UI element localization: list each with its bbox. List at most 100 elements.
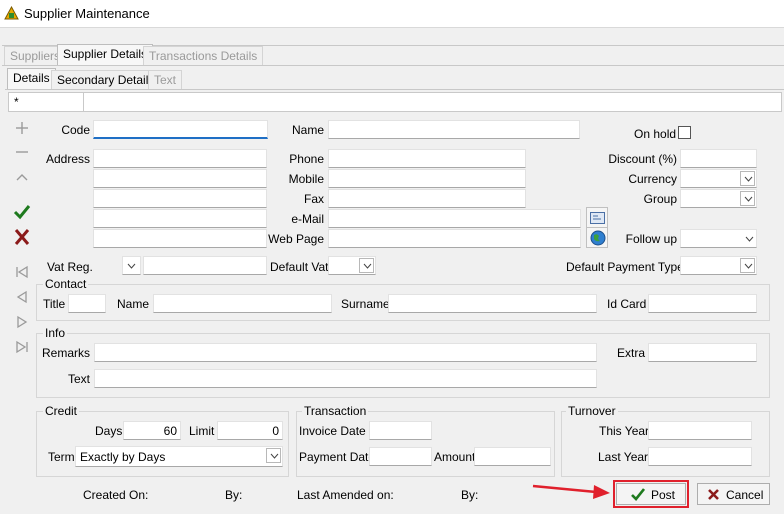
invoice-date-label: Invoice Date [299,424,366,438]
invoice-date-field[interactable] [369,421,432,440]
up-icon[interactable] [12,168,32,186]
fax-label: Fax [303,192,324,206]
payment-date-label: Payment Date [299,450,376,464]
prev-icon[interactable] [12,288,32,306]
extra-label: Extra [617,346,646,360]
mobile-field[interactable] [328,169,526,188]
code-field[interactable] [93,120,268,139]
default-vat-label: Default Vat [270,260,329,274]
last-year-field[interactable] [648,447,752,466]
code-label: Code [61,123,90,137]
remarks-field[interactable] [94,343,597,362]
name-label: Name [291,123,324,137]
check-icon[interactable] [12,203,32,221]
address-line-5-field[interactable] [93,229,267,248]
remove-icon[interactable] [12,143,32,161]
address-line-4-field[interactable] [93,209,267,228]
limit-field[interactable]: 0 [217,421,283,440]
arrow-annotation-icon [532,484,610,499]
this-year-label: This Year [599,424,650,438]
follow-up-date-picker[interactable] [680,229,757,248]
contact-legend: Contact [43,277,89,291]
on-hold-checkbox[interactable] [678,126,691,139]
chevron-down-icon[interactable] [740,191,755,206]
transaction-legend: Transaction [302,404,369,418]
address-line-1-field[interactable] [93,149,267,168]
web-page-label: Web Page [268,232,324,246]
address-line-3-field[interactable] [93,189,267,208]
next-icon[interactable] [12,313,32,331]
days-field[interactable]: 60 [123,421,181,440]
limit-label: Limit [189,424,215,438]
group-label: Group [643,192,677,206]
tab-transactions-details[interactable]: Transactions Details [143,46,264,66]
last-icon[interactable] [12,338,32,356]
vat-reg-prefix-select[interactable] [122,256,141,275]
record-grid-row[interactable]: * [8,92,782,112]
contact-surname-field[interactable] [388,294,597,313]
add-icon[interactable] [12,119,32,137]
contact-title-field[interactable] [68,294,106,313]
info-legend: Info [43,326,68,340]
cancel-button[interactable]: Cancel [697,483,770,505]
app-icon [4,6,19,20]
days-label: Days [95,424,123,438]
term-label: Term [48,450,75,464]
chevron-down-icon[interactable] [740,171,755,186]
tab-details[interactable]: Details [7,68,56,90]
chevron-down-icon[interactable] [740,258,755,273]
created-on-label: Created On: [83,488,149,502]
text-field[interactable] [94,369,597,388]
this-year-field[interactable] [648,421,752,440]
contact-surname-label: Surname [341,297,390,311]
record-indicator: * [14,95,19,109]
amount-label: Amount [434,450,476,464]
tab-supplier-details[interactable]: Supplier Details [57,44,154,66]
extra-field[interactable] [648,343,757,362]
address-label: Address [45,152,90,166]
payment-date-field[interactable] [369,447,432,466]
last-amended-label: Last Amended on: [297,488,394,502]
first-icon[interactable] [12,263,32,281]
id-card-field[interactable] [648,294,757,313]
term-select[interactable]: Exactly by Days [75,446,283,467]
phone-label: Phone [289,152,324,166]
discount-field[interactable] [680,149,757,168]
contact-title-label: Title [43,297,66,311]
name-field[interactable] [328,120,580,139]
tab-text[interactable]: Text [148,70,183,90]
default-vat-select[interactable] [328,256,376,275]
contact-name-label: Name [117,297,150,311]
email-field[interactable] [328,209,581,228]
tab-secondary-details[interactable]: Secondary Details [51,70,161,90]
contact-name-field[interactable] [153,294,332,313]
address-line-2-field[interactable] [93,169,267,188]
fax-field[interactable] [328,189,526,208]
post-button-label: Post [651,488,676,502]
id-card-label: Id Card [607,297,647,311]
cancel-button-label: Cancel [726,488,764,502]
currency-label: Currency [628,172,677,186]
chevron-down-icon[interactable] [266,448,281,463]
chevron-down-icon[interactable] [127,263,136,269]
discount-label: Discount (%) [608,152,677,166]
default-payment-type-label: Default Payment Type [566,260,684,274]
default-payment-type-select[interactable] [680,256,757,275]
email-card-icon [590,212,605,224]
cross-icon[interactable] [12,228,32,246]
post-button[interactable]: Post [616,483,686,505]
vat-reg-field[interactable] [143,256,267,275]
turnover-legend: Turnover [566,404,618,418]
chevron-down-icon[interactable] [359,258,374,273]
text-label: Text [67,372,90,386]
send-email-button[interactable] [586,207,608,228]
remarks-label: Remarks [41,346,90,360]
web-page-field[interactable] [328,229,581,248]
group-select[interactable] [680,189,757,208]
phone-field[interactable] [328,149,526,168]
amount-field[interactable] [474,447,551,466]
follow-up-label: Follow up [625,232,677,246]
chevron-down-icon[interactable] [745,236,754,242]
currency-select[interactable] [680,169,757,188]
created-by-label: By: [225,488,243,502]
